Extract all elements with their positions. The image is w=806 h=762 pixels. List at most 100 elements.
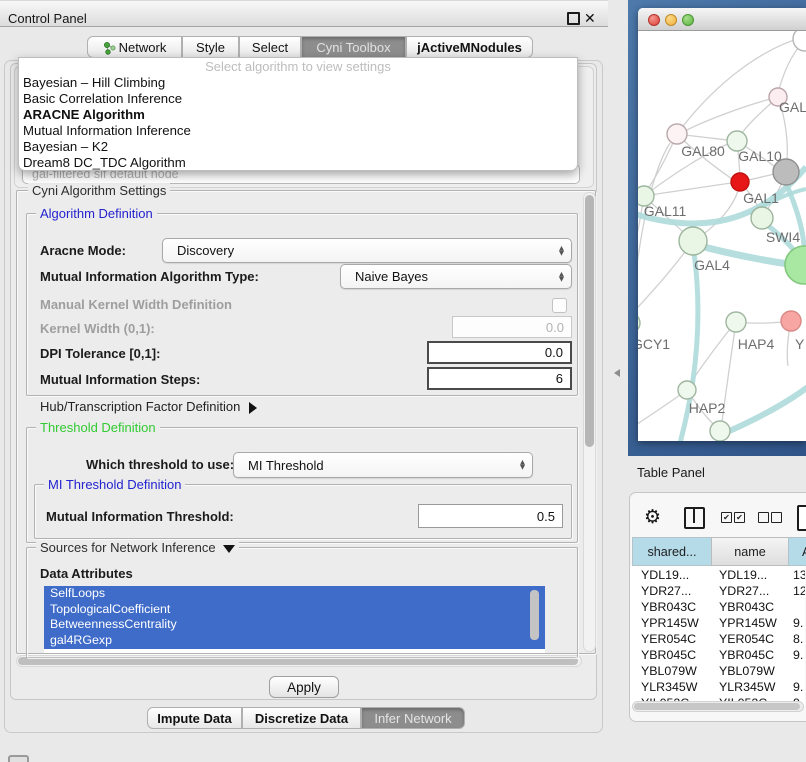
stepper-arrows-icon: ▲▼: [520, 460, 525, 470]
columns-icon[interactable]: [684, 507, 705, 529]
label-gal10: GAL10: [738, 148, 782, 164]
node-gal1-red[interactable]: [731, 173, 749, 191]
settings-vertical-scrollbar-thumb[interactable]: [585, 195, 594, 447]
sources-title: Sources for Network Inference: [40, 540, 216, 555]
column-header-name[interactable]: name: [711, 537, 789, 566]
table-row[interactable]: YBR043C YBR043C: [630, 599, 805, 615]
checked-checkbox-icon[interactable]: ✔: [734, 512, 745, 523]
aracne-mode-label: Aracne Mode:: [40, 243, 126, 258]
algorithm-option-aracne[interactable]: ARACNE Algorithm: [19, 107, 577, 123]
cell-value: 13: [793, 567, 805, 583]
table-row[interactable]: YBR045C YBR045C 9.: [630, 647, 805, 663]
node-hap4[interactable]: [726, 312, 746, 332]
node-hap2[interactable]: [678, 381, 696, 399]
manual-kernel-width-label: Manual Kernel Width Definition: [40, 297, 232, 312]
traffic-light-zoom-icon[interactable]: [682, 14, 694, 26]
cell-name: YLR345W: [719, 679, 791, 695]
table-row[interactable]: YBL079W YBL079W: [630, 663, 805, 679]
cell-shared-name: YBR043C: [641, 599, 713, 615]
control-panel-title: Control Panel: [8, 6, 87, 31]
tab-jactivemnodules[interactable]: jActiveMNodules: [406, 36, 533, 58]
document-icon-partial[interactable]: [797, 505, 806, 531]
node-partial-top[interactable]: [793, 31, 806, 51]
tab-select[interactable]: Select: [239, 36, 301, 58]
manual-kernel-width-checkbox[interactable]: [552, 298, 567, 313]
node-bright-green[interactable]: [785, 246, 806, 284]
cell-value: 12: [793, 583, 805, 599]
checked-checkbox-icon[interactable]: ✔: [721, 512, 732, 523]
aracne-mode-select[interactable]: Discovery ▲▼: [162, 238, 572, 263]
column-header-shared-name[interactable]: shared...: [632, 537, 712, 566]
algorithm-option[interactable]: Mutual Information Inference: [19, 123, 577, 139]
attribute-item[interactable]: BetweennessCentrality: [44, 617, 545, 633]
kernel-width-field[interactable]: 0.0: [452, 316, 572, 338]
network-canvas[interactable]: GAL GAL80 GAL10 GAL1 GAL11 SWI4 GAL4 GCY…: [638, 31, 806, 441]
algorithm-option[interactable]: Bayesian – Hill Climbing: [19, 75, 577, 91]
attribute-item[interactable]: SelfLoops: [44, 586, 545, 602]
tab-style[interactable]: Style: [182, 36, 239, 58]
traffic-light-minimize-icon[interactable]: [665, 14, 677, 26]
cell-value: 9.: [793, 679, 805, 695]
dpi-tolerance-field[interactable]: 0.0: [427, 341, 572, 364]
which-threshold-label: Which threshold to use:: [86, 457, 234, 472]
table-row[interactable]: YDR27... YDR27... 12: [630, 583, 805, 599]
algorithm-option[interactable]: Dream8 DC_TDC Algorithm: [19, 155, 577, 171]
node-partial-bottom[interactable]: [710, 421, 730, 441]
tab-impute-data[interactable]: Impute Data: [147, 707, 242, 729]
splitter-collapse-arrow[interactable]: [614, 369, 620, 377]
mi-algorithm-type-select[interactable]: Naive Bayes ▲▼: [340, 264, 572, 289]
tab-jactivemnodules-label: jActiveMNodules: [417, 40, 522, 55]
which-threshold-value: MI Threshold: [248, 458, 324, 473]
table-row[interactable]: YDL19... YDL19... 13: [630, 567, 805, 583]
label-gal-partial: GAL: [779, 99, 806, 115]
cell-shared-name: YDL19...: [641, 567, 713, 583]
threshold-definition-label: Threshold Definition: [36, 420, 160, 435]
mi-steps-label: Mutual Information Steps:: [40, 372, 200, 387]
attribute-item[interactable]: TopologicalCoefficient: [44, 602, 545, 618]
network-window-titlebar[interactable]: [638, 8, 806, 31]
table-row[interactable]: YER054C YER054C 8.: [630, 631, 805, 647]
algorithm-option[interactable]: Basic Correlation Inference: [19, 91, 577, 107]
tab-cyni-toolbox-label: Cyni Toolbox: [316, 40, 390, 55]
unchecked-checkbox-icon[interactable]: [771, 512, 782, 523]
mi-threshold-field[interactable]: 0.5: [418, 504, 563, 528]
table-horizontal-scrollbar-thumb[interactable]: [634, 703, 800, 710]
tab-network[interactable]: Network: [87, 36, 182, 58]
column-header-partial[interactable]: A: [788, 537, 806, 566]
algorithm-popup-prompt: Select algorithm to view settings: [19, 58, 577, 75]
tab-discretize-data[interactable]: Discretize Data: [242, 707, 361, 729]
table-row[interactable]: YPR145W YPR145W 9.: [630, 615, 805, 631]
gear-icon[interactable]: ⚙: [644, 507, 661, 527]
cell-shared-name: YLR345W: [641, 679, 713, 695]
settings-horizontal-scrollbar-thumb[interactable]: [18, 657, 578, 665]
network-graph: GAL GAL80 GAL10 GAL1 GAL11 SWI4 GAL4 GCY…: [638, 31, 806, 441]
tab-cyni-toolbox[interactable]: Cyni Toolbox: [301, 36, 406, 58]
node-gcy1[interactable]: [638, 313, 640, 333]
hub-definition-expander[interactable]: Hub/Transcription Factor Definition: [40, 399, 257, 414]
attribute-item[interactable]: gal4RGexp: [44, 633, 545, 649]
close-icon[interactable]: ✕: [584, 6, 596, 31]
traffic-light-close-icon[interactable]: [648, 14, 660, 26]
mi-algorithm-type-value: Naive Bayes: [355, 269, 428, 284]
expander-right-arrow-icon: [249, 402, 257, 414]
which-threshold-select[interactable]: MI Threshold ▲▼: [233, 452, 533, 478]
unchecked-checkbox-icon[interactable]: [758, 512, 769, 523]
node-gal80[interactable]: [667, 124, 687, 144]
node-salmon[interactable]: [781, 311, 801, 331]
label-hap2: HAP2: [689, 400, 726, 416]
tab-impute-data-label: Impute Data: [157, 711, 231, 726]
node-gal4[interactable]: [679, 227, 707, 255]
cell-name: YDR27...: [719, 583, 791, 599]
apply-button[interactable]: Apply: [269, 676, 339, 698]
label-swi4: SWI4: [766, 229, 800, 245]
table-row[interactable]: YLR345W YLR345W 9.: [630, 679, 805, 695]
stepper-arrows-icon: ▲▼: [559, 272, 564, 282]
attributes-list-scrollbar-thumb[interactable]: [530, 590, 539, 640]
float-window-icon[interactable]: [567, 12, 580, 25]
tab-infer-network[interactable]: Infer Network: [361, 707, 465, 729]
sources-group-label[interactable]: Sources for Network Inference: [36, 540, 239, 555]
mi-steps-field[interactable]: 6: [427, 367, 572, 390]
node-swi4[interactable]: [751, 207, 773, 229]
algorithm-option[interactable]: Bayesian – K2: [19, 139, 577, 155]
mi-threshold-label: Mutual Information Threshold:: [46, 509, 234, 524]
